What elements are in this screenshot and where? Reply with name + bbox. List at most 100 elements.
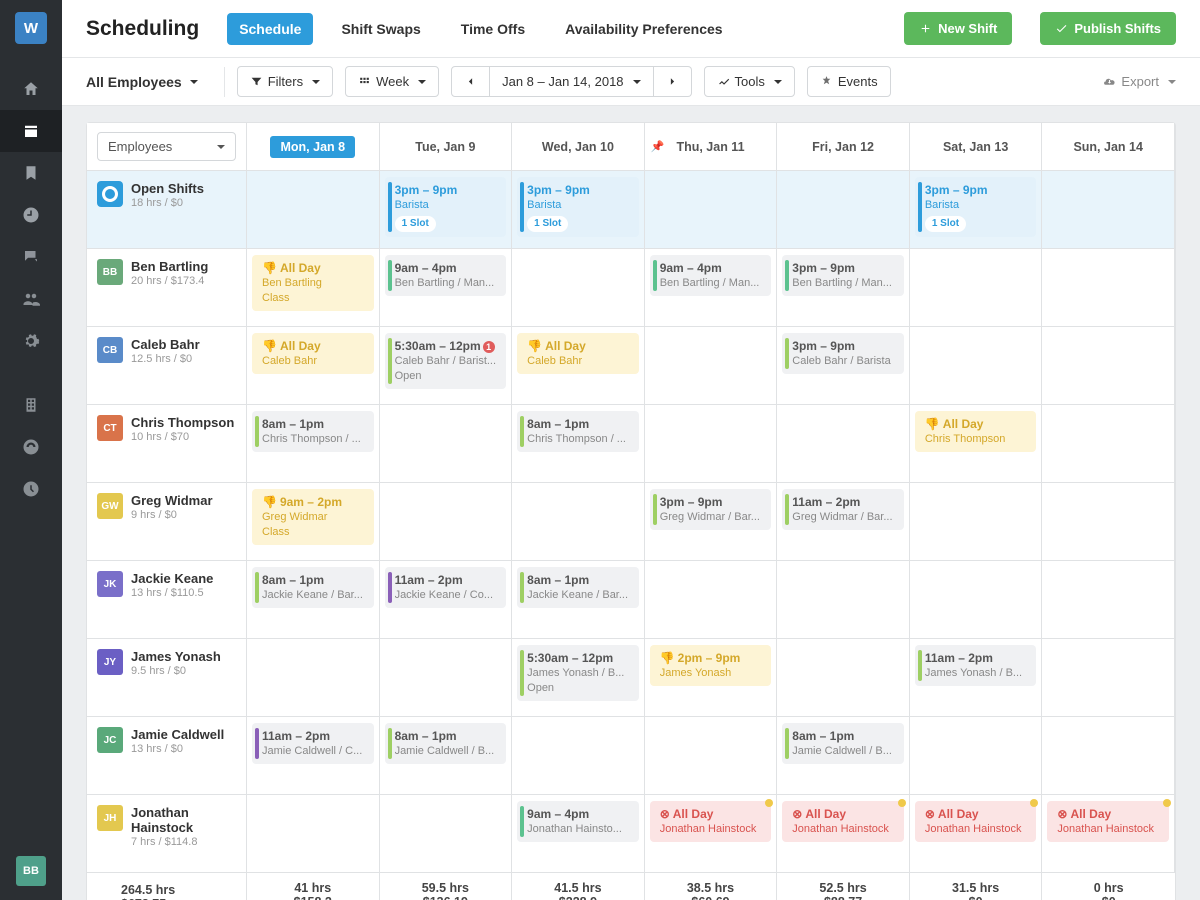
- nav-help-icon[interactable]: [0, 426, 62, 468]
- employee-row-header[interactable]: JKJackie Keane13 hrs / $110.5: [87, 561, 247, 639]
- day-header[interactable]: 📌Thu, Jan 11: [645, 123, 778, 171]
- schedule-cell[interactable]: [512, 249, 645, 327]
- schedule-cell[interactable]: [512, 483, 645, 561]
- schedule-cell[interactable]: 8am – 1pmJamie Caldwell / B...: [380, 717, 513, 795]
- schedule-cell[interactable]: 👎All DayBen BartlingClass: [247, 249, 380, 327]
- shift-block[interactable]: ⊗All DayJonathan Hainstock: [650, 801, 772, 842]
- shift-block[interactable]: 👎9am – 2pmGreg WidmarClass: [252, 489, 374, 545]
- schedule-cell[interactable]: [645, 405, 778, 483]
- new-shift-button[interactable]: New Shift: [904, 12, 1012, 45]
- tab-shift-swaps[interactable]: Shift Swaps: [329, 13, 432, 45]
- shift-block[interactable]: 8am – 1pmJamie Caldwell / B...: [782, 723, 904, 764]
- day-header[interactable]: Mon, Jan 8: [247, 123, 380, 171]
- current-user-avatar[interactable]: BB: [16, 856, 46, 886]
- schedule-cell[interactable]: [380, 405, 513, 483]
- shift-block[interactable]: 11am – 2pmGreg Widmar / Bar...: [782, 489, 904, 530]
- employee-row-header[interactable]: JCJamie Caldwell13 hrs / $0: [87, 717, 247, 795]
- schedule-cell[interactable]: [1042, 405, 1175, 483]
- schedule-cell[interactable]: ⊗All DayJonathan Hainstock: [645, 795, 778, 873]
- nav-chat-icon[interactable]: [0, 236, 62, 278]
- schedule-cell[interactable]: 8am – 1pmChris Thompson / ...: [247, 405, 380, 483]
- schedule-cell[interactable]: [777, 639, 910, 717]
- schedule-cell[interactable]: [777, 405, 910, 483]
- schedule-cell[interactable]: [777, 171, 910, 249]
- schedule-cell[interactable]: [645, 327, 778, 405]
- schedule-cell[interactable]: 11am – 2pmJackie Keane / Co...: [380, 561, 513, 639]
- events-button[interactable]: Events: [807, 66, 891, 97]
- schedule-cell[interactable]: [247, 795, 380, 873]
- schedule-cell[interactable]: [1042, 249, 1175, 327]
- employee-filter-dropdown[interactable]: All Employees: [86, 74, 212, 90]
- shift-block[interactable]: 3pm – 9pmCaleb Bahr / Barista: [782, 333, 904, 374]
- schedule-cell[interactable]: 5:30am – 12pmJames Yonash / B...Open: [512, 639, 645, 717]
- nav-bookmark-icon[interactable]: [0, 152, 62, 194]
- filters-button[interactable]: Filters: [237, 66, 333, 97]
- schedule-cell[interactable]: 👎All DayCaleb Bahr: [247, 327, 380, 405]
- shift-block[interactable]: 8am – 1pmJackie Keane / Bar...: [252, 567, 374, 608]
- shift-block[interactable]: 9am – 4pmBen Bartling / Man...: [385, 255, 507, 296]
- schedule-cell[interactable]: [1042, 717, 1175, 795]
- schedule-cell[interactable]: [380, 795, 513, 873]
- tab-time-offs[interactable]: Time Offs: [449, 13, 537, 45]
- day-header[interactable]: Tue, Jan 9: [380, 123, 513, 171]
- day-header[interactable]: Fri, Jan 12: [777, 123, 910, 171]
- schedule-cell[interactable]: 👎9am – 2pmGreg WidmarClass: [247, 483, 380, 561]
- schedule-cell[interactable]: 8am – 1pmJamie Caldwell / B...: [777, 717, 910, 795]
- schedule-cell[interactable]: [645, 561, 778, 639]
- publish-shifts-button[interactable]: Publish Shifts: [1040, 12, 1176, 45]
- schedule-cell[interactable]: 3pm – 9pmBen Bartling / Man...: [777, 249, 910, 327]
- schedule-cell[interactable]: [910, 327, 1043, 405]
- shift-block[interactable]: 👎All DayCaleb Bahr: [252, 333, 374, 374]
- schedule-cell[interactable]: 11am – 2pmJamie Caldwell / C...: [247, 717, 380, 795]
- employee-row-header[interactable]: BBBen Bartling20 hrs / $173.4: [87, 249, 247, 327]
- employees-sort-dropdown[interactable]: Employees: [97, 132, 236, 161]
- schedule-cell[interactable]: ⊗All DayJonathan Hainstock: [777, 795, 910, 873]
- shift-block[interactable]: 5:30am – 12pmJames Yonash / B...Open: [517, 645, 639, 701]
- schedule-cell[interactable]: 👎All DayCaleb Bahr: [512, 327, 645, 405]
- employee-row-header[interactable]: CBCaleb Bahr12.5 hrs / $0: [87, 327, 247, 405]
- schedule-cell[interactable]: 11am – 2pmJames Yonash / B...: [910, 639, 1043, 717]
- schedule-cell[interactable]: [910, 717, 1043, 795]
- prev-week-button[interactable]: [451, 66, 490, 97]
- shift-block[interactable]: ⊗All DayJonathan Hainstock: [782, 801, 904, 842]
- employee-row-header[interactable]: CTChris Thompson10 hrs / $70: [87, 405, 247, 483]
- shift-block[interactable]: 👎All DayChris Thompson: [915, 411, 1037, 452]
- schedule-cell[interactable]: 👎All DayChris Thompson: [910, 405, 1043, 483]
- shift-block[interactable]: ⊗All DayJonathan Hainstock: [915, 801, 1037, 842]
- schedule-cell[interactable]: [380, 483, 513, 561]
- schedule-cell[interactable]: ⊗All DayJonathan Hainstock: [1042, 795, 1175, 873]
- schedule-cell[interactable]: [910, 561, 1043, 639]
- shift-block[interactable]: 8am – 1pmJamie Caldwell / B...: [385, 723, 507, 764]
- shift-block[interactable]: 3pm – 9pmBen Bartling / Man...: [782, 255, 904, 296]
- nav-clock-icon[interactable]: [0, 194, 62, 236]
- export-button[interactable]: Export: [1103, 74, 1176, 89]
- schedule-cell[interactable]: [380, 639, 513, 717]
- schedule-cell[interactable]: 8am – 1pmJackie Keane / Bar...: [247, 561, 380, 639]
- shift-block[interactable]: 11am – 2pmJames Yonash / B...: [915, 645, 1037, 686]
- shift-block[interactable]: 8am – 1pmJackie Keane / Bar...: [517, 567, 639, 608]
- tools-dropdown[interactable]: Tools: [704, 66, 795, 97]
- app-logo[interactable]: W: [15, 12, 47, 44]
- schedule-cell[interactable]: [645, 717, 778, 795]
- schedule-cell[interactable]: [645, 171, 778, 249]
- schedule-cell[interactable]: [1042, 171, 1175, 249]
- shift-block[interactable]: ⊗All DayJonathan Hainstock: [1047, 801, 1169, 842]
- schedule-cell[interactable]: [512, 717, 645, 795]
- shift-block[interactable]: 👎All DayCaleb Bahr: [517, 333, 639, 374]
- shift-block[interactable]: 5:30am – 12pm1Caleb Bahr / Barist...Open: [385, 333, 507, 389]
- nav-logout-icon[interactable]: [0, 468, 62, 510]
- schedule-cell[interactable]: 8am – 1pmJackie Keane / Bar...: [512, 561, 645, 639]
- schedule-cell[interactable]: [1042, 483, 1175, 561]
- employee-row-header[interactable]: JYJames Yonash9.5 hrs / $0: [87, 639, 247, 717]
- schedule-cell[interactable]: [777, 561, 910, 639]
- tab-availability[interactable]: Availability Preferences: [553, 13, 734, 45]
- employee-row-header[interactable]: JHJonathan Hainstock7 hrs / $114.8: [87, 795, 247, 873]
- schedule-cell[interactable]: 3pm – 9pmBarista1 Slot: [380, 171, 513, 249]
- schedule-cell[interactable]: [1042, 327, 1175, 405]
- nav-building-icon[interactable]: [0, 384, 62, 426]
- schedule-cell[interactable]: [1042, 639, 1175, 717]
- schedule-cell[interactable]: 11am – 2pmGreg Widmar / Bar...: [777, 483, 910, 561]
- employee-row-header[interactable]: GWGreg Widmar9 hrs / $0: [87, 483, 247, 561]
- shift-block[interactable]: 3pm – 9pmGreg Widmar / Bar...: [650, 489, 772, 530]
- shift-block[interactable]: 9am – 4pmBen Bartling / Man...: [650, 255, 772, 296]
